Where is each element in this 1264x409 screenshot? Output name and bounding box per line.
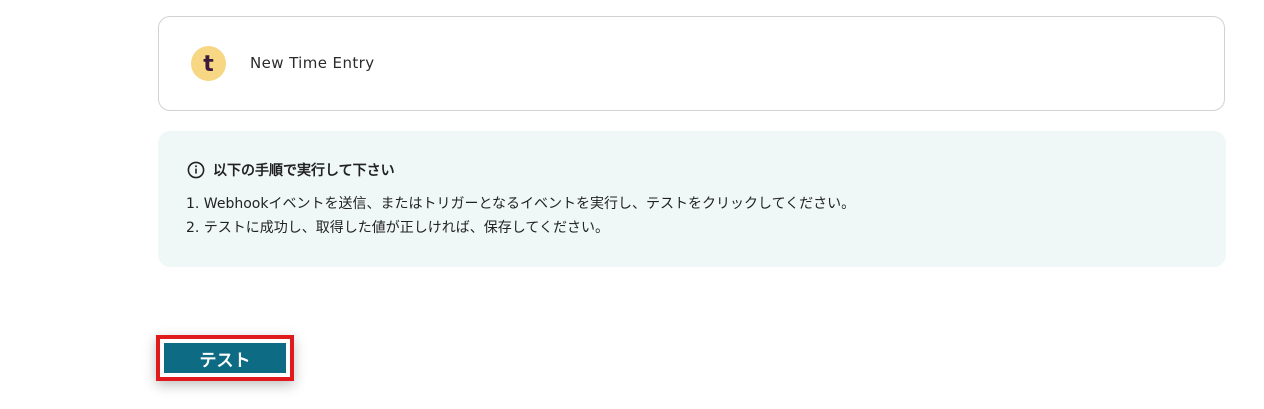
svg-text:t: t: [203, 52, 214, 77]
instructions-panel: 以下の手順で実行して下さい 1. Webhookイベントを送信、またはトリガーと…: [158, 131, 1226, 267]
instructions-list: 1. Webhookイベントを送信、またはトリガーとなるイベントを実行し、テスト…: [186, 192, 855, 240]
instructions-title-text: 以下の手順で実行して下さい: [213, 163, 395, 179]
instruction-step: 1. Webhookイベントを送信、またはトリガーとなるイベントを実行し、テスト…: [186, 196, 856, 212]
instructions-title: 以下の手順で実行して下さい: [187, 160, 395, 180]
toggl-track-icon: t: [191, 46, 226, 81]
test-button[interactable]: テスト: [162, 341, 288, 375]
info-circle-icon: [187, 161, 205, 179]
trigger-label: New Time Entry: [250, 54, 375, 72]
toggl-logo-glyph: t: [203, 52, 214, 77]
instruction-step: 2. テストに成功し、取得した値が正しければ、保存してください。: [186, 220, 609, 236]
trigger-card[interactable]: t New Time Entry: [158, 16, 1225, 111]
